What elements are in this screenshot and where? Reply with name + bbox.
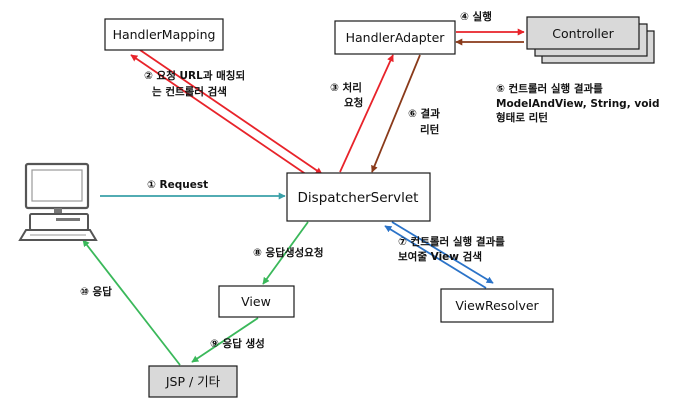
step-7-label-line1: ⑦ 컨트롤러 실행 결과를 (398, 235, 505, 248)
step-8-label: ⑧ 응답생성요청 (253, 246, 324, 259)
desktop-computer-icon (18, 162, 98, 241)
step-5-label-line2: ModelAndView, String, void (496, 98, 660, 110)
step-5-label-line3: 형태로 리턴 (496, 111, 548, 124)
handler-mapping-label: HandlerMapping (113, 27, 216, 42)
arrow-10-response (82, 239, 181, 366)
step-6-label-line1: ⑥ 결과 (408, 107, 440, 120)
step-9-label: ⑨ 응답 생성 (210, 337, 265, 350)
step-6-label-line2: 리턴 (420, 123, 439, 136)
node-jsp: JSP / 기타 (148, 365, 238, 398)
node-dispatcher-servlet: DispatcherServlet (286, 172, 431, 222)
node-controller-stack: Controller (526, 16, 655, 64)
node-handler-adapter: HandlerAdapter (334, 20, 456, 55)
step-4-label: ④ 실행 (460, 10, 492, 23)
view-label: View (241, 294, 271, 309)
handler-adapter-label: HandlerAdapter (346, 30, 446, 45)
node-view-resolver: ViewResolver (440, 288, 554, 323)
step-5-label-line1: ⑤ 컨트롤러 실행 결과를 (496, 82, 603, 95)
step-1-label: ① Request (147, 179, 208, 191)
arrow-2-request (139, 49, 323, 175)
dispatcher-servlet-label: DispatcherServlet (298, 190, 419, 206)
view-resolver-label: ViewResolver (455, 298, 539, 313)
step-7-label-line2: 보여줄 View 검색 (398, 250, 482, 263)
node-handler-mapping: HandlerMapping (104, 18, 224, 51)
step-2-label-line2: 는 컨트롤러 검색 (152, 85, 227, 98)
step-3-label-line1: ③ 처리 (330, 81, 362, 94)
jsp-label: JSP / 기타 (165, 374, 221, 389)
node-view: View (218, 285, 295, 318)
step-3-label-line2: 요청 (344, 96, 363, 109)
step-10-label: ⑩ 응답 (80, 286, 112, 298)
step-2-label-line1: ② 요청 URL과 매칭되 (144, 69, 245, 82)
controller-label: Controller (552, 26, 614, 41)
arrow-3-process-request (339, 54, 394, 173)
spring-mvc-flow-diagram: HandlerMapping HandlerAdapter Controller… (18, 10, 660, 398)
